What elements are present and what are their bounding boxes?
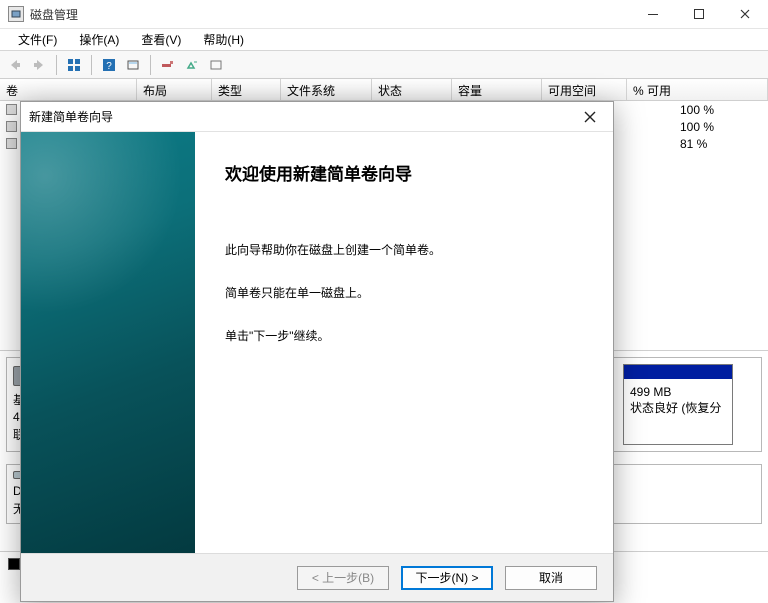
- action-button-3[interactable]: [205, 54, 227, 76]
- wizard-heading: 欢迎使用新建简单卷向导: [225, 160, 583, 185]
- col-status[interactable]: 状态: [372, 79, 452, 100]
- col-fs[interactable]: 文件系统: [281, 79, 372, 100]
- col-type[interactable]: 类型: [212, 79, 281, 100]
- col-volume[interactable]: 卷: [0, 79, 137, 100]
- views-button[interactable]: [63, 54, 85, 76]
- wizard-title-text: 新建简单卷向导: [29, 108, 113, 125]
- volume-icon: [6, 121, 17, 132]
- action-button-1[interactable]: [157, 54, 179, 76]
- minimize-button[interactable]: [630, 0, 676, 29]
- svg-text:?: ?: [106, 61, 112, 72]
- next-button[interactable]: 下一步(N) >: [401, 566, 493, 590]
- col-free[interactable]: 可用空间: [542, 79, 627, 100]
- menu-file[interactable]: 文件(F): [8, 29, 67, 50]
- col-pctfree[interactable]: % 可用: [627, 79, 768, 100]
- volume-icon: [6, 138, 17, 149]
- forward-button[interactable]: [28, 54, 50, 76]
- wizard-text-2: 简单卷只能在单一磁盘上。: [225, 284, 583, 301]
- legend-swatch-unallocated: [8, 558, 20, 570]
- wizard-text-3: 单击"下一步"继续。: [225, 327, 583, 344]
- wizard-content: 欢迎使用新建简单卷向导 此向导帮助你在磁盘上创建一个简单卷。 简单卷只能在单一磁…: [195, 132, 613, 553]
- pctfree-cell: 81 %: [674, 137, 759, 151]
- volume-icon: [6, 104, 17, 115]
- refresh-button[interactable]: [122, 54, 144, 76]
- back-button[interactable]: [4, 54, 26, 76]
- maximize-button[interactable]: [676, 0, 722, 29]
- wizard-titlebar[interactable]: 新建简单卷向导: [21, 102, 613, 132]
- titlebar: 磁盘管理: [0, 0, 768, 29]
- menubar: 文件(F) 操作(A) 查看(V) 帮助(H): [0, 29, 768, 51]
- toolbar: ?: [0, 51, 768, 79]
- menu-action[interactable]: 操作(A): [69, 29, 129, 50]
- back-button: < 上一步(B): [297, 566, 389, 590]
- pctfree-cell: 100 %: [674, 103, 759, 117]
- window-controls: [630, 0, 768, 29]
- app-icon: [8, 6, 24, 22]
- partition-recovery[interactable]: 499 MB 状态良好 (恢复分: [623, 364, 733, 445]
- cancel-button[interactable]: 取消: [505, 566, 597, 590]
- partition-state: 状态良好 (恢复分: [630, 399, 726, 416]
- col-layout[interactable]: 布局: [137, 79, 212, 100]
- partition-size: 499 MB: [630, 385, 726, 399]
- help-button[interactable]: ?: [98, 54, 120, 76]
- columns-header: 卷 布局 类型 文件系统 状态 容量 可用空间 % 可用: [0, 79, 768, 101]
- menu-help[interactable]: 帮助(H): [193, 29, 254, 50]
- close-button[interactable]: [722, 0, 768, 29]
- action-button-2[interactable]: [181, 54, 203, 76]
- col-capacity[interactable]: 容量: [452, 79, 542, 100]
- new-simple-volume-wizard: 新建简单卷向导 欢迎使用新建简单卷向导 此向导帮助你在磁盘上创建一个简单卷。 简…: [20, 101, 614, 602]
- pctfree-cell: 100 %: [674, 120, 759, 134]
- wizard-button-bar: < 上一步(B) 下一步(N) > 取消: [21, 553, 613, 601]
- wizard-text-1: 此向导帮助你在磁盘上创建一个简单卷。: [225, 241, 583, 258]
- window-title: 磁盘管理: [30, 6, 78, 23]
- wizard-banner: [21, 132, 195, 553]
- menu-view[interactable]: 查看(V): [131, 29, 191, 50]
- wizard-close-button[interactable]: [575, 102, 605, 132]
